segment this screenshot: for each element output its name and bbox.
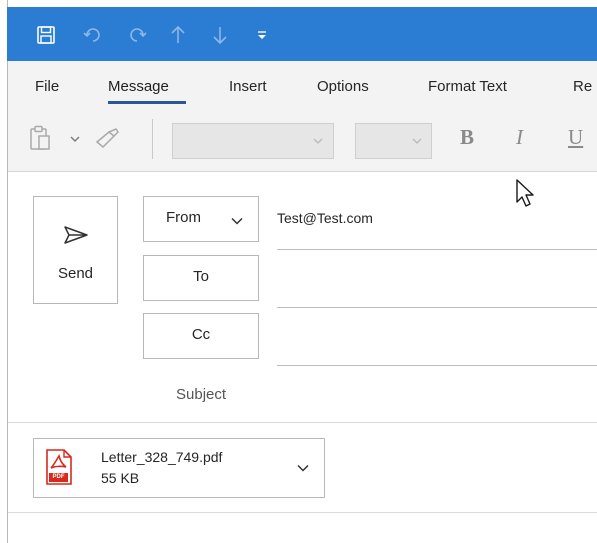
paste-icon[interactable] xyxy=(29,125,51,151)
undo-icon[interactable] xyxy=(83,26,103,44)
italic-button[interactable]: I xyxy=(516,125,523,150)
font-size-dropdown[interactable] xyxy=(355,123,432,159)
send-button[interactable]: Send xyxy=(33,196,118,304)
active-tab-indicator xyxy=(108,101,186,104)
send-label: Send xyxy=(57,265,94,282)
tab-file[interactable]: File xyxy=(35,78,59,95)
quick-access-toolbar xyxy=(7,7,597,61)
from-label: From xyxy=(166,209,201,226)
toolbar-separator xyxy=(152,119,153,159)
up-arrow-icon[interactable] xyxy=(170,25,186,45)
cc-input[interactable] xyxy=(277,365,597,366)
cc-button[interactable]: Cc xyxy=(143,313,259,359)
underline-button[interactable]: U xyxy=(568,125,583,150)
from-button[interactable]: From xyxy=(143,196,259,242)
from-field-line xyxy=(277,249,597,250)
tab-review[interactable]: Re xyxy=(573,78,592,95)
attachment-filename: Letter_328_749.pdf xyxy=(101,449,223,465)
attachment-card[interactable]: PDF Letter_328_749.pdf 55 KB xyxy=(33,438,325,498)
tab-format-text[interactable]: Format Text xyxy=(428,78,507,95)
cc-label: Cc xyxy=(191,326,211,343)
redo-icon[interactable] xyxy=(127,26,147,44)
bold-button[interactable]: B xyxy=(460,125,474,150)
to-label: To xyxy=(193,268,209,285)
to-button[interactable]: To xyxy=(143,255,259,301)
down-arrow-icon[interactable] xyxy=(212,25,228,45)
ribbon-divider xyxy=(8,171,597,172)
chevron-down-icon xyxy=(231,217,243,225)
attachment-options-chevron-icon[interactable] xyxy=(297,464,309,472)
chevron-down-icon xyxy=(412,138,422,144)
tab-message[interactable]: Message xyxy=(108,78,169,95)
font-name-dropdown[interactable] xyxy=(172,123,334,159)
pdf-icon-label: PDF xyxy=(52,474,65,480)
subject-label: Subject xyxy=(176,386,227,403)
ribbon-tab-bar: File Message Insert Options Format Text … xyxy=(8,61,597,111)
chevron-down-icon xyxy=(313,138,323,144)
from-address: Test@Test.com xyxy=(277,210,373,226)
tab-options[interactable]: Options xyxy=(317,78,369,95)
tab-insert[interactable]: Insert xyxy=(229,78,267,95)
subject-field-line xyxy=(8,422,597,423)
message-body[interactable] xyxy=(8,513,597,543)
format-painter-icon[interactable] xyxy=(94,127,120,149)
ribbon-toolbar: B I U xyxy=(8,111,597,171)
customize-toolbar-icon[interactable] xyxy=(256,29,268,41)
send-icon xyxy=(64,226,88,244)
save-icon[interactable] xyxy=(37,26,55,44)
window-left-edge xyxy=(0,0,8,543)
paste-options-chevron-icon[interactable] xyxy=(70,135,80,143)
to-input[interactable] xyxy=(277,307,597,308)
attachment-size: 55 KB xyxy=(101,470,140,486)
mouse-pointer-icon xyxy=(516,179,534,207)
